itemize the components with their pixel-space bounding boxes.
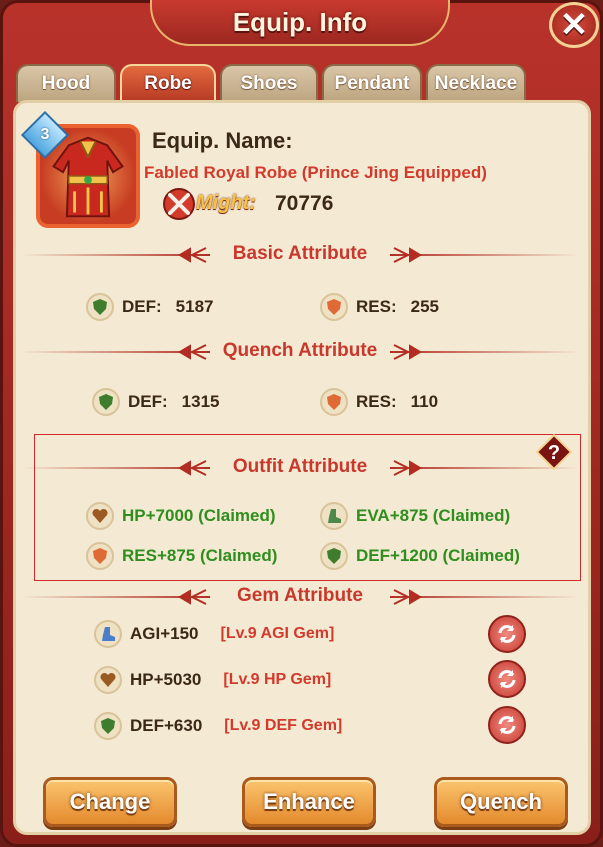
- gem-def-stat: DEF+630: [130, 716, 203, 735]
- outfit-res-attr: RES+875 (Claimed): [86, 542, 277, 570]
- close-icon: ✕: [559, 6, 589, 44]
- gem-replace-button-hp[interactable]: [488, 660, 526, 698]
- outfit-eva-text: EVA+875 (Claimed): [356, 506, 511, 525]
- tab-necklace[interactable]: Necklace: [426, 64, 526, 102]
- tab-shoes[interactable]: Shoes: [220, 64, 318, 102]
- crossed-swords-icon: [163, 188, 195, 220]
- basic-attribute-divider: Basic Attribute: [20, 240, 580, 270]
- eva-boot-icon: [320, 502, 348, 530]
- equipment-tabs: Hood Robe Shoes Pendant Necklace: [16, 64, 526, 102]
- attr-value: 5187: [175, 297, 214, 316]
- svg-text:?: ?: [548, 442, 560, 464]
- quench-attribute-divider: Quench Attribute: [20, 337, 580, 367]
- gem-agi-attr: AGI+150 [Lv.9 AGI Gem]: [94, 620, 334, 648]
- attr-label: RES:: [356, 297, 397, 316]
- section-title: Gem Attribute: [237, 585, 363, 606]
- refresh-icon: [498, 716, 516, 734]
- quench-def-attr: DEF: 1315: [92, 388, 220, 416]
- attr-value: 110: [410, 392, 439, 411]
- agi-boot-icon: [94, 620, 122, 648]
- gem-agi-desc: [Lv.9 AGI Gem]: [220, 625, 335, 642]
- section-title: Quench Attribute: [222, 340, 378, 361]
- close-button[interactable]: ✕: [549, 2, 599, 48]
- outfit-attribute-divider: Outfit Attribute: [20, 453, 580, 483]
- heart-icon: [86, 502, 114, 530]
- gem-hp-attr: HP+5030 [Lv.9 HP Gem]: [94, 666, 331, 694]
- def-shield-icon: [92, 388, 120, 416]
- attr-label: DEF:: [122, 297, 162, 316]
- def-shield-icon: [86, 293, 114, 321]
- quench-res-attr: RES: 110: [320, 388, 438, 416]
- equip-name-value: Fabled Royal Robe (Prince Jing Equipped): [144, 163, 487, 182]
- basic-def-attr: DEF: 5187: [86, 293, 214, 321]
- enhance-button[interactable]: Enhance: [242, 777, 376, 827]
- basic-res-attr: RES: 255: [320, 293, 439, 321]
- def-shield-icon: [94, 712, 122, 740]
- attr-label: DEF:: [128, 392, 168, 411]
- quench-button[interactable]: Quench: [434, 777, 568, 827]
- outfit-eva-attr: EVA+875 (Claimed): [320, 502, 510, 530]
- section-title: Basic Attribute: [232, 243, 368, 264]
- might-value: 70776: [275, 192, 334, 215]
- outfit-res-text: RES+875 (Claimed): [122, 546, 278, 565]
- refresh-icon: [498, 670, 516, 688]
- def-shield-icon: [320, 542, 348, 570]
- res-shield-icon: [320, 388, 348, 416]
- outfit-def-text: DEF+1200 (Claimed): [356, 546, 520, 565]
- equip-name-label: Equip. Name:: [152, 128, 293, 153]
- res-shield-icon: [320, 293, 348, 321]
- window-title: Equip. Info: [232, 6, 368, 37]
- tab-pendant[interactable]: Pendant: [322, 64, 422, 102]
- heart-icon: [94, 666, 122, 694]
- tab-hood[interactable]: Hood: [16, 64, 116, 102]
- gem-attribute-divider: Gem Attribute: [20, 582, 580, 612]
- res-shield-icon: [86, 542, 114, 570]
- attr-label: RES:: [356, 392, 397, 411]
- help-icon[interactable]: ?: [535, 433, 573, 471]
- outfit-hp-text: HP+7000 (Claimed): [122, 506, 276, 525]
- quality-level: 3: [40, 126, 50, 143]
- might-label: Might:: [196, 192, 256, 214]
- outfit-hp-attr: HP+7000 (Claimed): [86, 502, 276, 530]
- gem-replace-button-def[interactable]: [488, 706, 526, 744]
- gem-hp-stat: HP+5030: [130, 670, 202, 689]
- section-title: Outfit Attribute: [232, 456, 368, 477]
- tab-robe[interactable]: Robe: [120, 64, 216, 102]
- gem-hp-desc: [Lv.9 HP Gem]: [223, 671, 332, 688]
- gem-def-attr: DEF+630 [Lv.9 DEF Gem]: [94, 712, 342, 740]
- gem-agi-stat: AGI+150: [130, 624, 199, 643]
- outfit-def-attr: DEF+1200 (Claimed): [320, 542, 520, 570]
- attr-value: 1315: [181, 392, 220, 411]
- attr-value: 255: [410, 297, 439, 316]
- gem-replace-button-agi[interactable]: [488, 615, 526, 653]
- title-bar: Equip. Info: [150, 0, 450, 46]
- refresh-icon: [498, 625, 516, 643]
- gem-def-desc: [Lv.9 DEF Gem]: [224, 717, 343, 734]
- change-button[interactable]: Change: [43, 777, 177, 827]
